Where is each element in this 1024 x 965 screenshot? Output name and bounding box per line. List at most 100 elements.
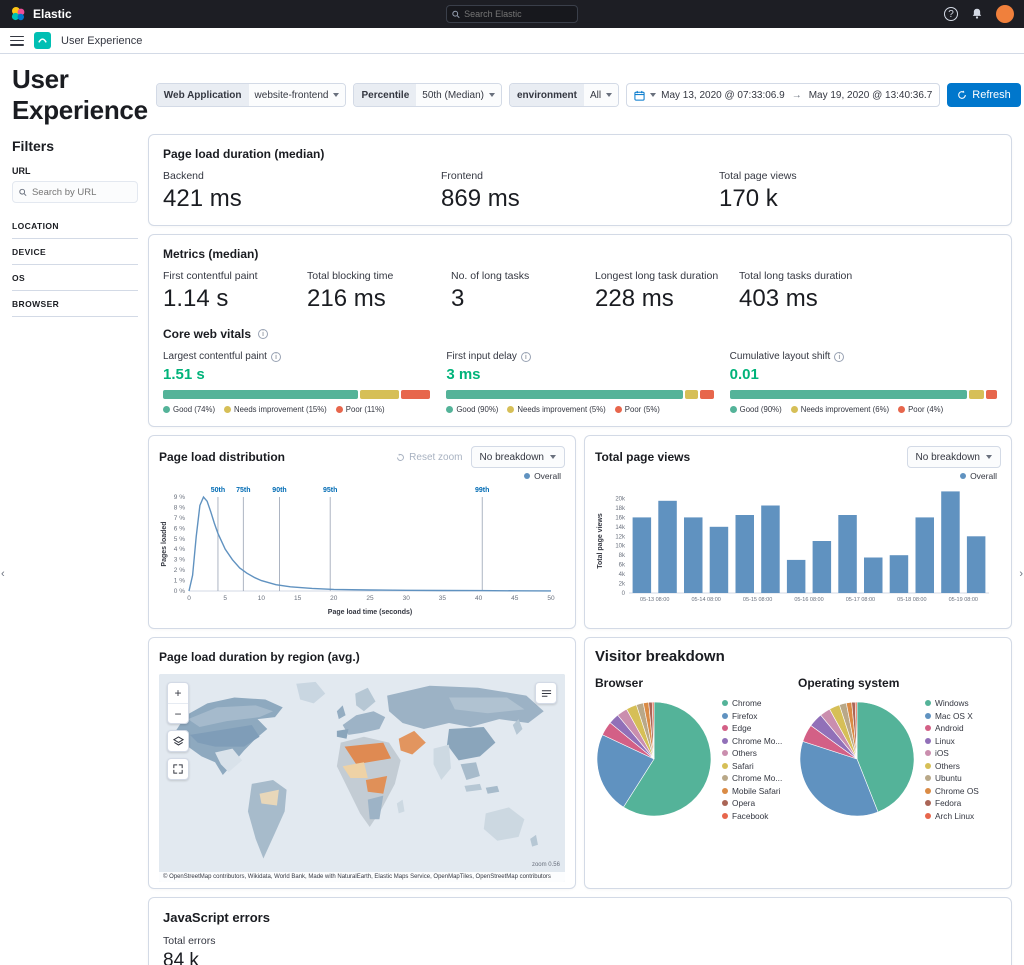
bar [966,536,986,593]
legend-item[interactable]: Chrome OS [925,786,979,796]
breadcrumb[interactable]: User Experience [61,35,142,47]
region-map[interactable]: + − zoom 0.56 © OpenStreetMap contributo… [159,674,565,882]
info-icon[interactable] [258,329,269,339]
y-tick-label: 0 [622,591,626,597]
global-search[interactable] [446,5,578,23]
y-tick-label: 10k [615,544,626,550]
legend-item[interactable]: Edge [722,723,782,733]
filter-label: Percentile [354,84,417,106]
legend-item[interactable]: Fedora [925,798,979,808]
legend-item[interactable]: Others [925,761,979,771]
legend-item[interactable]: Chrome Mo... [722,773,782,783]
ux-app-icon[interactable] [34,32,51,49]
y-axis-title: Pages loaded [161,521,168,566]
legend-item[interactable]: Ubuntu [925,773,979,783]
x-tick-label: 05-14 08:00 [691,597,720,603]
legend-item[interactable]: Windows [925,698,979,708]
legend-item[interactable]: Others [722,748,782,758]
info-icon[interactable] [520,351,531,362]
legend-label: Fedora [935,798,962,808]
web-application-select[interactable]: website-frontend [248,84,346,106]
sidebar-section-device[interactable]: DEVICE [12,239,138,265]
legend-item[interactable]: Firefox [722,711,782,721]
collapse-right-button[interactable]: › [1019,568,1023,580]
legend-item[interactable]: Facebook [722,811,782,821]
url-search-input[interactable] [31,186,131,198]
percentile-select[interactable]: 50th (Median) [416,84,501,106]
legend-dot [722,812,728,819]
legend-item[interactable]: Chrome Mo... [722,736,782,746]
stat-total-blocking-time: Total blocking time 216 ms [307,270,451,313]
legend-item[interactable]: Safari [722,761,782,771]
date-start[interactable]: May 13, 2020 @ 07:33:06.9 [661,90,785,101]
sidebar-section-browser[interactable]: BROWSER [12,291,138,317]
chevron-down-icon [488,93,495,97]
world-map[interactable] [159,674,565,882]
legend-item[interactable]: Android [925,723,979,733]
legend-dot [722,712,728,719]
legend-label: Needs improvement (6%) [800,405,890,414]
x-tick-label: 35 [439,595,447,602]
map-zoom-out-button[interactable]: − [168,703,188,723]
total-page-views-chart[interactable]: 0 2k 4k 6k 8k 10k 12k 14k 16k 18k 20k 05-13 08:00 05… [595,481,995,617]
date-range-picker[interactable]: May 13, 2020 @ 07:33:06.9 → May 19, 2020… [626,83,941,107]
legend-label: Chrome OS [935,785,979,796]
breakdown-select[interactable]: No breakdown [470,446,565,468]
legend-dot [925,762,931,769]
cwv-first-input-delay: First input delay 3 ms Good (90%) Needs i… [446,351,714,414]
legend-item[interactable]: Chrome [722,698,782,708]
legend-label: Arch Linux [935,810,975,821]
reset-zoom-button[interactable]: Reset zoom [396,452,463,463]
stat-backend: Backend 421 ms [163,170,441,213]
chart-legend[interactable]: Overall [595,471,997,481]
os-pie-chart[interactable] [798,700,916,818]
y-tick-label: 4k [619,572,626,578]
legend-label: Safari [732,760,754,771]
url-search-field[interactable] [12,181,138,203]
legend-item[interactable]: iOS [925,748,979,758]
legend-item[interactable]: Linux [925,736,979,746]
cwv-bar-segment [986,390,997,399]
selected-value: All [590,89,602,101]
menu-hamburger-icon[interactable] [10,35,24,46]
map-legend-toggle-button[interactable] [536,683,556,703]
help-icon[interactable]: ? [944,7,958,21]
elastic-logo-icon[interactable] [10,6,26,22]
legend-item[interactable]: Arch Linux [925,811,979,821]
global-search-input[interactable] [464,9,572,19]
notifications-bell-icon[interactable] [970,7,984,21]
panel-title: Metrics (median) [163,247,259,261]
legend-item[interactable]: Mobile Safari [722,786,782,796]
breakdown-select[interactable]: No breakdown [906,446,1001,468]
legend-item[interactable]: Mac OS X [925,711,979,721]
environment-select[interactable]: All [584,84,619,106]
cwv-legend: Good (90%) Needs improvement (6%) Poor (4%… [729,405,997,414]
refresh-button[interactable]: Refresh [947,83,1021,107]
panel-title: Visitor breakdown [595,648,725,665]
sidebar-section-location[interactable]: LOCATION [12,213,138,239]
map-zoom-in-button[interactable]: + [168,683,188,703]
page-load-distribution-chart[interactable]: 0 % 1 % 2 % 3 % 4 % 5 % 6 % 7 % 8 % 9 % 0 5 10 15 20 25… [159,481,559,617]
user-avatar[interactable] [996,5,1014,23]
map-attribution[interactable]: © OpenStreetMap contributors, Wikidata, … [159,872,565,882]
legend-dot [925,750,931,756]
bar [632,517,652,593]
sidebar-section-os[interactable]: OS [12,265,138,291]
collapse-left-button[interactable]: ‹ [1,568,5,580]
map-fullscreen-button[interactable] [168,759,188,779]
info-icon[interactable] [270,351,281,362]
browser-pie-chart[interactable] [595,700,713,818]
selected-value: No breakdown [479,451,544,463]
cwv-largest-contentful-paint: Largest contentful paint 1.51 s Good (74… [163,351,431,414]
legend-label: Firefox [732,710,758,721]
legend-dot [898,406,906,413]
info-icon[interactable] [834,351,845,362]
date-end[interactable]: May 19, 2020 @ 13:40:36.7 [809,90,933,101]
chevron-down-icon [550,455,556,459]
map-layers-button[interactable] [168,731,188,751]
reset-zoom-icon [397,452,405,461]
chart-legend[interactable]: Overall [159,471,561,481]
total-errors-label: Total errors [163,935,216,947]
legend-item[interactable]: Opera [722,798,782,808]
date-separator: → [791,89,802,101]
